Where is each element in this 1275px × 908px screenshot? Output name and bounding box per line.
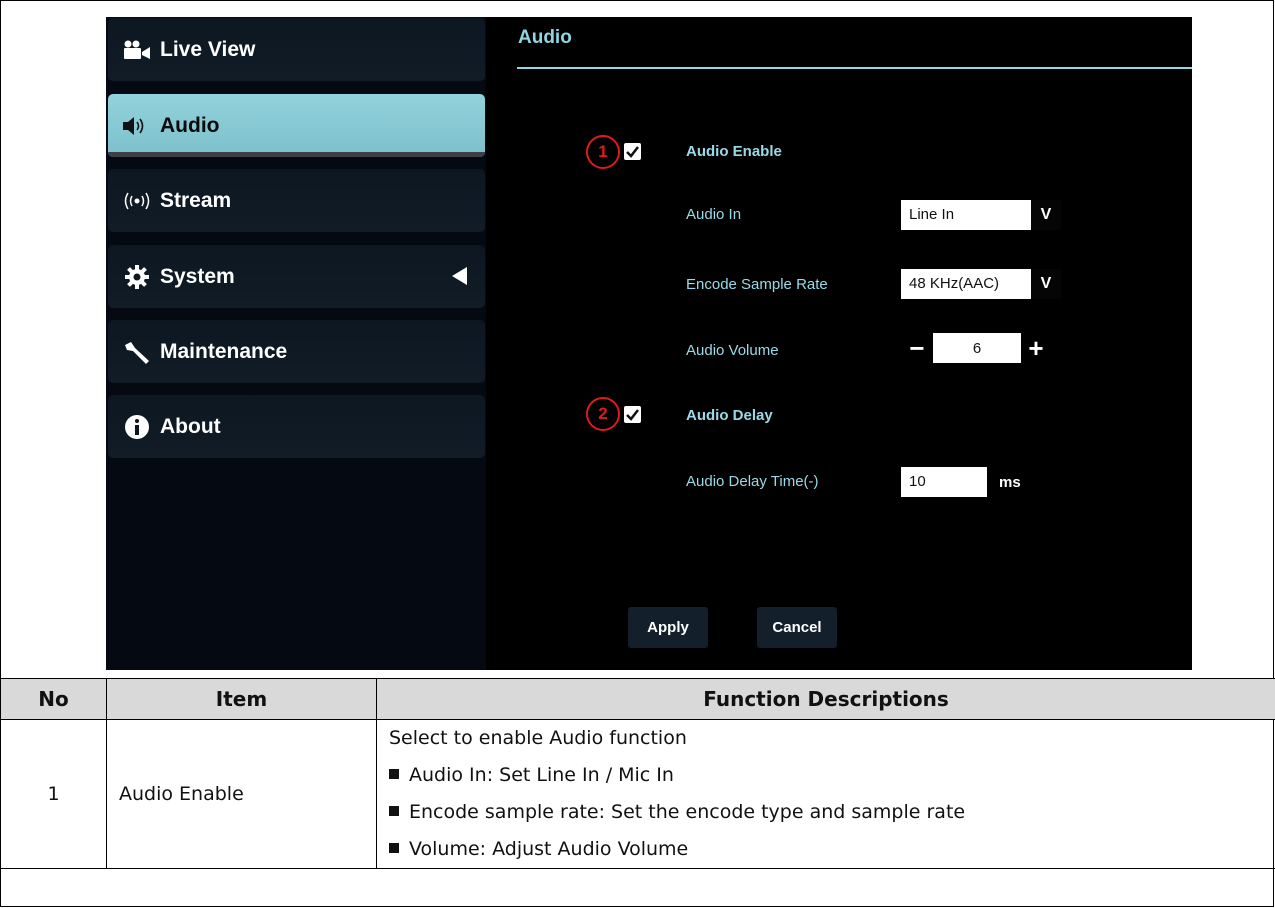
chevron-down-icon[interactable]: V — [1031, 269, 1061, 299]
sidebar-item-about[interactable]: About — [108, 395, 485, 458]
row-number: 1 — [0, 719, 107, 869]
audio-in-select[interactable]: Line In V — [901, 200, 1061, 230]
callout-marker-1: 1 — [586, 135, 620, 169]
description-bullet: Encode sample rate: Set the encode type … — [377, 794, 1275, 831]
table-header-row: No Item Function Descriptions — [0, 678, 1275, 720]
sidebar-item-label: Audio — [160, 114, 220, 137]
callout-marker-2: 2 — [586, 397, 620, 431]
bullet-icon — [389, 769, 399, 779]
info-icon — [122, 413, 152, 441]
sidebar-item-system[interactable]: System — [108, 245, 485, 308]
sidebar-item-label: Maintenance — [160, 340, 288, 363]
audio-delay-checkbox[interactable] — [624, 406, 641, 423]
sidebar-item-audio[interactable]: Audio — [108, 94, 485, 157]
sidebar-item-live-view[interactable]: Live View — [108, 18, 485, 81]
column-header-description: Function Descriptions — [376, 678, 1275, 720]
volume-increase-button[interactable]: + — [1025, 333, 1047, 363]
gear-icon — [122, 263, 152, 291]
sidebar-item-stream[interactable]: Stream — [108, 169, 485, 232]
apply-button[interactable]: Apply — [628, 607, 708, 648]
video-camera-icon — [122, 36, 152, 64]
sidebar-item-label: Stream — [160, 189, 232, 212]
sidebar-item-label: System — [160, 265, 235, 288]
description-text: Audio In: Set Line In / Mic In — [409, 764, 674, 786]
expand-arrow-icon[interactable] — [452, 267, 467, 285]
column-header-item: Item — [106, 678, 377, 720]
audio-delay-time-input[interactable]: 10 — [901, 467, 987, 497]
function-description-table: No Item Function Descriptions 1 Audio En… — [0, 678, 1275, 869]
audio-volume-label: Audio Volume — [686, 342, 779, 359]
encode-sample-rate-label: Encode Sample Rate — [686, 276, 828, 293]
description-text: Select to enable Audio function — [389, 727, 687, 749]
column-header-no: No — [0, 678, 107, 720]
page-title: Audio — [518, 27, 572, 48]
encode-sample-rate-value: 48 KHz(AAC) — [909, 275, 1000, 292]
volume-decrease-button[interactable]: − — [906, 333, 928, 363]
camera-web-ui-screenshot: Live View Audio Stream System Maintenanc… — [106, 17, 1192, 670]
broadcast-icon — [122, 187, 152, 215]
delay-unit-label: ms — [999, 474, 1021, 491]
bullet-icon — [389, 843, 399, 853]
encode-sample-rate-select[interactable]: 48 KHz(AAC) V — [901, 269, 1061, 299]
title-divider — [517, 67, 1192, 69]
sidebar-item-maintenance[interactable]: Maintenance — [108, 320, 485, 383]
sidebar-item-label: About — [160, 415, 221, 438]
chevron-down-icon[interactable]: V — [1031, 200, 1061, 230]
row-item: Audio Enable — [106, 719, 377, 869]
audio-in-value: Line In — [909, 206, 955, 223]
audio-settings-panel: Audio 1 Audio Enable Audio In Line In V … — [486, 17, 1192, 670]
audio-delay-time-label: Audio Delay Time(-) — [686, 473, 819, 490]
row-description: Select to enable Audio function Audio In… — [376, 719, 1275, 869]
description-text: Encode sample rate: Set the encode type … — [409, 801, 966, 823]
bullet-icon — [389, 806, 399, 816]
audio-delay-label: Audio Delay — [686, 407, 773, 424]
audio-enable-checkbox[interactable] — [624, 143, 641, 160]
audio-enable-label: Audio Enable — [686, 143, 782, 160]
description-bullet: Volume: Adjust Audio Volume — [377, 831, 1275, 868]
description-text: Volume: Adjust Audio Volume — [409, 838, 689, 860]
sidebar-item-label: Live View — [160, 38, 256, 61]
speaker-icon — [122, 112, 152, 140]
description-bullet: Audio In: Set Line In / Mic In — [377, 757, 1275, 794]
sidebar: Live View Audio Stream System Maintenanc… — [106, 17, 486, 670]
table-row: 1 Audio Enable Select to enable Audio fu… — [0, 719, 1275, 869]
description-line: Select to enable Audio function — [377, 720, 1275, 757]
audio-volume-value[interactable]: 6 — [933, 333, 1021, 363]
cancel-button[interactable]: Cancel — [757, 607, 837, 648]
wrench-icon — [122, 338, 152, 366]
audio-in-label: Audio In — [686, 206, 742, 223]
